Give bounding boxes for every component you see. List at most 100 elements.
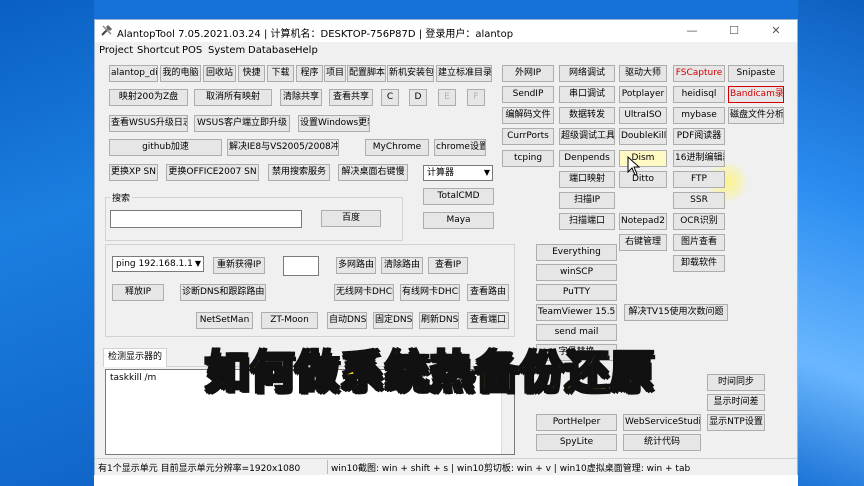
maya-button[interactable]: Maya <box>423 212 494 229</box>
menu-pos[interactable]: POS <box>182 45 202 56</box>
driver-master-button[interactable]: 驱动大师 <box>619 65 667 82</box>
snipaste-button[interactable]: Snipaste <box>728 65 784 82</box>
super-debug-button[interactable]: 超级调试工具 <box>559 128 615 145</box>
disk-analysis-button[interactable]: 磁盘文件分析 <box>728 107 784 124</box>
baidu-button[interactable]: 百度 <box>321 210 381 227</box>
menu-help[interactable]: Help <box>295 45 318 56</box>
tv15-fix-button[interactable]: 解决TV15使用次数问题 <box>624 304 728 321</box>
wsus-update-button[interactable]: WSUS客户端立即升级 <box>194 115 290 132</box>
clear-share-button[interactable]: 清除共享 <box>280 89 322 106</box>
maximize-button[interactable]: ☐ <box>713 20 755 42</box>
drive-d-button[interactable]: D <box>409 89 427 106</box>
change-office-sn-button[interactable]: 更换OFFICE2007 SN <box>166 164 259 181</box>
external-ip-button[interactable]: 外网IP <box>502 65 554 82</box>
close-button[interactable]: ✕ <box>755 20 797 42</box>
recycle-bin-button[interactable]: 回收站 <box>203 65 236 82</box>
cancel-maps-button[interactable]: 取消所有映射 <box>194 89 272 106</box>
view-share-button[interactable]: 查看共享 <box>329 89 373 106</box>
porthelper-button[interactable]: PortHelper <box>536 414 617 431</box>
renew-ip-button[interactable]: 重新获得IP <box>213 257 265 274</box>
ping-select[interactable]: ping 192.168.1.1 ▼ <box>112 256 204 272</box>
wsus-log-button[interactable]: 查看WSUS升级日志 <box>109 115 188 132</box>
menu-system[interactable]: System <box>208 45 245 56</box>
drive-f-button[interactable]: F <box>467 89 485 106</box>
image-viewer-button[interactable]: 图片查看 <box>673 234 725 251</box>
wireless-dhcp-button[interactable]: 无线网卡DHCP <box>334 284 394 301</box>
change-xp-sn-button[interactable]: 更换XP SN <box>109 164 158 181</box>
tcping-button[interactable]: tcping <box>502 150 554 167</box>
release-ip-button[interactable]: 释放IP <box>112 284 164 301</box>
net-debug-button[interactable]: 网络调试 <box>559 65 615 82</box>
pdf-reader-button[interactable]: PDF阅读器 <box>673 128 725 145</box>
view-ip-button[interactable]: 查看IP <box>428 257 468 274</box>
data-forward-button[interactable]: 数据转发 <box>559 107 615 124</box>
sendip-button[interactable]: SendIP <box>502 86 554 103</box>
totalcmd-button[interactable]: TotalCMD <box>423 188 494 205</box>
alantop-dir-button[interactable]: alantop_dir <box>109 65 158 82</box>
teamviewer-button[interactable]: TeamViewer 15.5 <box>536 304 617 321</box>
port-mapping-button[interactable]: 端口映射 <box>559 171 615 188</box>
shortcut-button[interactable]: 快捷 <box>238 65 265 82</box>
clear-route-button[interactable]: 清除路由 <box>381 257 423 274</box>
mybase-button[interactable]: mybase <box>673 107 725 124</box>
ultraiso-button[interactable]: UltraISO <box>619 107 667 124</box>
view-port-button[interactable]: 查看端口 <box>467 312 509 329</box>
minimize-button[interactable]: — <box>671 20 713 42</box>
search-input[interactable] <box>110 210 302 228</box>
winscp-button[interactable]: winSCP <box>536 264 617 281</box>
multi-route-button[interactable]: 多网路由 <box>336 257 376 274</box>
chrome-settings-button[interactable]: chrome设置 <box>434 139 486 156</box>
view-route-button[interactable]: 查看路由 <box>467 284 509 301</box>
drive-c-button[interactable]: C <box>381 89 399 106</box>
download-button[interactable]: 下载 <box>267 65 294 82</box>
potplayer-button[interactable]: Potplayer <box>619 86 667 103</box>
serial-debug-button[interactable]: 串口调试 <box>559 86 615 103</box>
ocr-button[interactable]: OCR识别 <box>673 213 725 230</box>
map-z-drive-button[interactable]: 映射200为Z盘 <box>109 89 188 106</box>
menu-project[interactable]: Project <box>99 45 133 56</box>
flush-dns-button[interactable]: 刷新DNS <box>419 312 459 329</box>
spylite-button[interactable]: SpyLite <box>536 434 617 451</box>
fixed-dns-button[interactable]: 固定DNS <box>373 312 413 329</box>
fscapture-button[interactable]: FSCapture <box>673 65 725 82</box>
send-mail-button[interactable]: send mail <box>536 324 617 341</box>
doublekill-button[interactable]: DoubleKill <box>619 128 667 145</box>
my-computer-button[interactable]: 我的电脑 <box>160 65 201 82</box>
wired-dhcp-button[interactable]: 有线网卡DHCP <box>400 284 460 301</box>
menu-shortcut[interactable]: Shortcut <box>137 45 180 56</box>
ftp-button[interactable]: FTP <box>673 171 725 188</box>
scan-port-button[interactable]: 扫描端口 <box>559 213 615 230</box>
hex-editor-button[interactable]: 16进制编辑器 <box>673 150 725 167</box>
auto-dns-button[interactable]: 自动DNS <box>327 312 367 329</box>
heidisql-button[interactable]: heidisql <box>673 86 725 103</box>
mychrome-button[interactable]: MyChrome <box>365 139 429 156</box>
bandicam-button[interactable]: Bandicam录屏 <box>728 86 784 103</box>
ie8-vs-fix-button[interactable]: 解决IE8与VS2005/2008冲突 <box>227 139 339 156</box>
everything-button[interactable]: Everything <box>536 244 617 261</box>
std-dir-button[interactable]: 建立标准目录 <box>436 65 492 82</box>
ssr-button[interactable]: SSR <box>673 192 725 209</box>
config-script-button[interactable]: 配置脚本 <box>347 65 386 82</box>
calculator-select[interactable]: 计算器 ▼ <box>423 165 493 181</box>
stats-code-button[interactable]: 统计代码 <box>623 434 701 451</box>
blank-input[interactable] <box>283 256 319 276</box>
projects-button[interactable]: 项目 <box>324 65 346 82</box>
scan-ip-button[interactable]: 扫描IP <box>559 192 615 209</box>
codec-file-button[interactable]: 编解码文件 <box>502 107 554 124</box>
diag-dns-button[interactable]: 诊断DNS和跟踪路由 <box>180 284 266 301</box>
notepad2-button[interactable]: Notepad2 <box>619 213 667 230</box>
time-sync-button[interactable]: 时间同步 <box>707 374 765 391</box>
ntp-settings-button[interactable]: 显示NTP设置 <box>707 414 765 431</box>
github-speedup-button[interactable]: github加速 <box>109 139 222 156</box>
context-menu-manager-button[interactable]: 右键管理 <box>619 234 667 251</box>
new-install-pack-button[interactable]: 新机安装包 <box>387 65 434 82</box>
currports-button[interactable]: CurrPorts <box>502 128 554 145</box>
depends-button[interactable]: Denpends <box>559 150 615 167</box>
disable-search-button[interactable]: 禁用搜索服务 <box>268 164 330 181</box>
zt-moon-button[interactable]: ZT-Moon <box>261 312 318 329</box>
netsetman-button[interactable]: NetSetMan <box>196 312 253 329</box>
putty-button[interactable]: PuTTY <box>536 284 617 301</box>
time-diff-button[interactable]: 显示时间差 <box>707 394 765 411</box>
webservicestudio-button[interactable]: WebServiceStudio <box>623 414 701 431</box>
windows-update-settings-button[interactable]: 设置Windows更新 <box>298 115 370 132</box>
